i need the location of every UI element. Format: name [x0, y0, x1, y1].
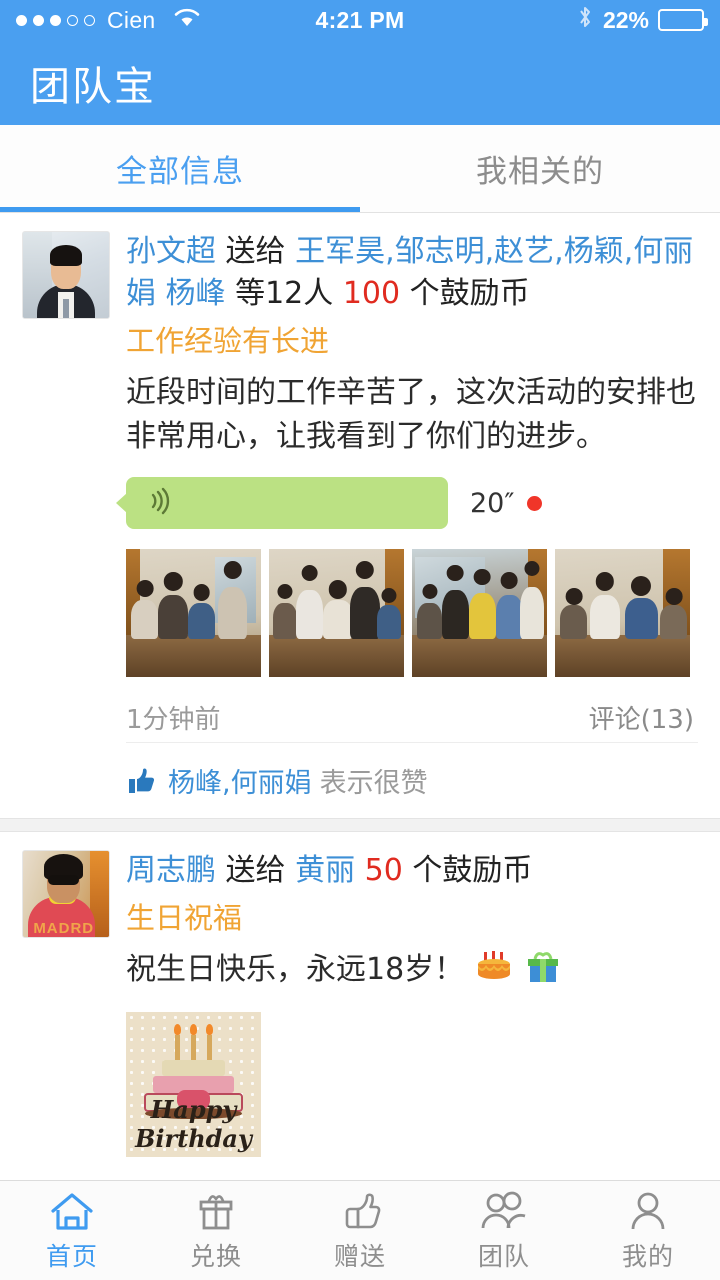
nav-item-team[interactable]: 团队: [432, 1181, 576, 1280]
signal-dot-3: [50, 14, 61, 26]
nav-item-mine[interactable]: 我的: [576, 1181, 720, 1280]
avatar[interactable]: [22, 231, 110, 319]
sender-name[interactable]: 孙文超: [126, 234, 216, 269]
like-row[interactable]: 杨峰,何丽娟 表示很赞: [126, 742, 698, 818]
birthday-cake-emoji: [474, 951, 524, 987]
signal-dot-5: [84, 14, 95, 26]
post-image-grid[interactable]: Happy Birthday: [126, 1012, 698, 1157]
coin-amount: 100: [342, 276, 401, 311]
home-icon: [48, 1189, 96, 1233]
post-headline: 孙文超 送给 王军昊,邹志明,赵艺,杨颖,何丽娟 杨峰 等12人 100 个鼓励…: [126, 231, 698, 315]
sound-wave-icon: [148, 486, 174, 521]
feed-post[interactable]: 孙文超 送给 王军昊,邹志明,赵艺,杨颖,何丽娟 杨峰 等12人 100 个鼓励…: [0, 213, 720, 818]
tab-all-messages[interactable]: 全部信息: [0, 125, 360, 212]
nav-label-home: 首页: [45, 1241, 98, 1271]
action-label: 送给: [225, 234, 286, 269]
tab-related-to-me[interactable]: 我相关的: [360, 125, 720, 212]
voice-unread-dot: [527, 495, 543, 511]
message-feed[interactable]: 孙文超 送给 王军昊,邹志明,赵艺,杨颖,何丽娟 杨峰 等12人 100 个鼓励…: [0, 213, 720, 1180]
voice-message-row[interactable]: 20″: [116, 477, 698, 529]
post-image-thumbnail[interactable]: [126, 549, 261, 677]
post-content: 近段时间的工作辛苦了，这次活动的安排也非常用心，让我看到了你们的进步。: [126, 375, 696, 454]
coin-unit: 个鼓励币: [412, 853, 533, 888]
post-content-text: 祝生日快乐，永远18岁！: [126, 952, 465, 987]
recipient-names[interactable]: 黄丽: [295, 853, 355, 888]
feed-post[interactable]: MADRD 周志鹏 送给 黄丽 50 个鼓励币 生日祝福 祝生日快乐，永远18岁…: [0, 832, 720, 1180]
post-timestamp: 1分钟前: [126, 705, 221, 735]
signal-strength-dots: [16, 14, 95, 26]
post-content: 祝生日快乐，永远18岁！: [126, 948, 698, 992]
signal-dot-1: [16, 14, 27, 26]
like-suffix: 表示很赞: [319, 768, 428, 799]
nav-label-exchange: 兑换: [189, 1241, 242, 1271]
post-image-thumbnail[interactable]: [269, 549, 404, 677]
like-names[interactable]: 杨峰,何丽娟: [168, 761, 312, 800]
carrier-label: Cien: [107, 6, 156, 33]
post-tag: 工作经验有长进: [126, 324, 330, 358]
post-image-thumbnail[interactable]: [555, 549, 690, 677]
tab-bar: 全部信息 我相关的: [0, 125, 720, 213]
battery-percent-label: 22%: [602, 6, 649, 33]
nav-item-exchange[interactable]: 兑换: [144, 1181, 288, 1280]
gift-box-emoji: [523, 952, 563, 987]
post-image-thumbnail[interactable]: [412, 549, 547, 677]
voice-duration: 20″: [470, 487, 515, 519]
post-image-thumbnail[interactable]: Happy Birthday: [126, 1012, 261, 1157]
person-icon: [624, 1189, 672, 1233]
bottom-navigation-bar: 首页 兑换 赠送 团队 我的: [0, 1180, 720, 1280]
recipient-suffix: 等12人: [235, 276, 334, 311]
signal-dot-2: [33, 14, 44, 26]
signal-dot-4: [67, 14, 78, 26]
nav-label-team: 团队: [477, 1241, 530, 1271]
battery-icon: [658, 9, 708, 31]
comment-count-button[interactable]: 评论(13): [589, 699, 694, 736]
post-tag: 生日祝福: [126, 901, 243, 935]
sender-name[interactable]: 周志鹏: [126, 853, 216, 888]
post-headline: 周志鹏 送给 黄丽 50 个鼓励币: [126, 850, 698, 892]
coin-unit: 个鼓励币: [409, 276, 530, 311]
nav-item-home[interactable]: 首页: [0, 1181, 144, 1280]
status-bar-right: 22%: [576, 4, 708, 36]
people-icon: [478, 1189, 530, 1233]
nav-item-give[interactable]: 赠送: [288, 1181, 432, 1280]
post-separator: [0, 818, 720, 832]
nav-label-mine: 我的: [621, 1241, 674, 1271]
coin-amount: 50: [364, 853, 403, 888]
gift-icon: [192, 1189, 240, 1233]
tab-active-indicator: [0, 207, 360, 212]
page-title: 团队宝: [30, 63, 156, 110]
thumbs-up-icon: [336, 1189, 384, 1233]
thumbs-up-icon: [126, 767, 156, 795]
avatar[interactable]: MADRD: [22, 850, 110, 938]
post-image-grid[interactable]: [126, 549, 698, 677]
status-bar-left: Cien: [16, 6, 202, 34]
birthday-card-text: Happy Birthday: [135, 1094, 252, 1153]
status-bar: Cien 4:21 PM 22%: [0, 0, 720, 40]
nav-label-give: 赠送: [333, 1241, 386, 1271]
voice-message-bubble[interactable]: [116, 477, 448, 529]
wifi-icon: [172, 6, 202, 34]
post-meta: 1分钟前 评论(13): [126, 699, 698, 736]
bluetooth-icon: [576, 4, 594, 36]
action-label: 送给: [225, 853, 286, 888]
app-header: 团队宝: [0, 40, 720, 125]
